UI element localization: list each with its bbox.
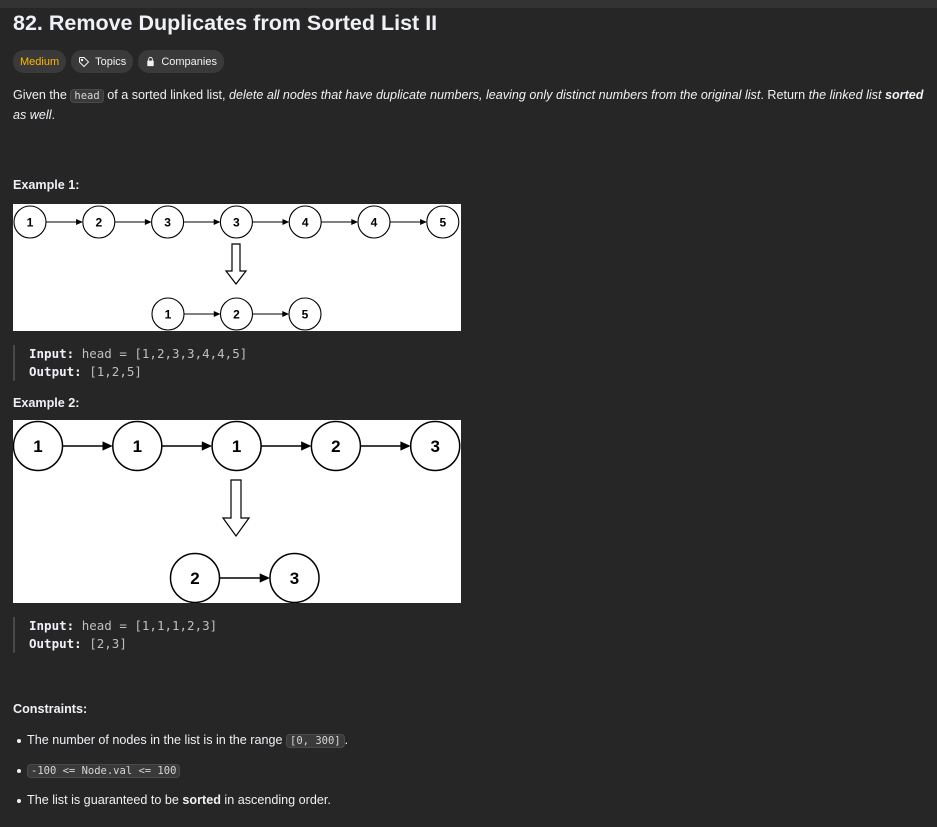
constraint-item: The list is guaranteed to be sorted in a… [13,791,925,810]
code-head: head [70,89,104,103]
node-value: 2 [331,437,340,456]
desc-italic: delete all nodes that have duplicate num… [229,88,761,102]
node-value: 1 [33,437,42,456]
arrow-head [282,218,290,226]
constraint-text: in ascending order. [220,793,331,807]
arrow-head [400,441,411,451]
tag-icon [79,56,90,67]
node-value: 1 [133,437,142,456]
desc-text: Given the [13,88,71,102]
output-value: [2,3] [89,636,127,651]
problem-description: 82. Remove Duplicates from Sorted List I… [13,8,925,821]
example-1-io: Input: head = [1,2,3,3,4,4,5] Output: [1… [13,345,925,381]
arrow-head [420,218,427,226]
node-value: 1 [165,307,172,321]
node-value: 1 [27,215,34,229]
example-2-diagram: 1 1 1 2 3 2 3 [13,420,461,603]
problem-statement: Given the head of a sorted linked list, … [13,86,925,125]
problem-title[interactable]: 82. Remove Duplicates from Sorted List I… [13,8,925,36]
example-2-title: Example 2: [13,396,80,410]
arrow-head [213,310,221,318]
constraint-item: -100 <= Node.val <= 100 [13,761,925,780]
desc-bold: sorted [884,88,924,102]
arrow-head [213,218,221,226]
example-1-title: Example 1: [13,178,80,192]
output-label: Output: [29,636,82,651]
example-2-io: Input: head = [1,1,1,2,3] Output: [2,3] [13,617,925,653]
arrow-head [282,310,289,318]
node-value: 3 [290,569,299,588]
arrow-head [144,218,152,226]
transform-arrow [224,243,248,285]
node-value: 3 [430,437,439,456]
constraint-item: The number of nodes in the list is in th… [13,731,925,750]
node-value: 2 [190,569,199,588]
top-strip [0,0,937,8]
input-value: head = [1,2,3,3,4,4,5] [81,346,248,361]
tag-row: Medium Topics Companies [13,50,925,73]
constraint-bold: sorted [182,793,221,807]
constraint-text: . [344,733,349,747]
node-value: 5 [302,307,309,321]
constraint-text: The list is guaranteed to be [27,793,183,807]
node-value: 4 [302,215,309,229]
output-label: Output: [29,364,82,379]
input-label: Input: [29,618,75,633]
constraints-title: Constraints: [13,702,88,716]
arrow-head [259,573,270,583]
arrow-head [76,218,83,226]
desc-text: of a sorted linked list, [103,88,230,102]
topics-label: Topics [95,55,127,68]
node-value: 2 [233,307,240,321]
node-value: 2 [95,215,102,229]
topics-tag[interactable]: Topics [71,50,134,73]
desc-italic: the linked list [808,88,885,102]
arrow-head [351,218,358,226]
node-value: 1 [232,437,241,456]
node-value: 4 [371,215,378,229]
constraint-code: [0, 300] [286,734,345,748]
constraint-text: The number of nodes in the list is in th… [27,733,287,747]
constraint-code: -100 <= Node.val <= 100 [27,764,181,778]
transform-arrow [221,479,251,538]
difficulty-badge: Medium [13,50,67,73]
companies-tag[interactable]: Companies [138,50,224,73]
node-value: 3 [164,215,171,229]
arrow-head [201,441,213,451]
desc-text: . Return [760,88,809,102]
node-value: 5 [439,215,446,229]
arrow-head [301,441,312,451]
input-label: Input: [29,346,75,361]
output-value: [1,2,5] [89,364,142,379]
companies-label: Companies [161,55,217,68]
input-value: head = [1,1,1,2,3] [81,618,218,633]
desc-italic: as well [13,108,52,122]
node-value: 3 [233,215,240,229]
example-1-diagram: 1 2 3 3 4 4 5 1 2 5 [13,204,461,331]
constraints-list: The number of nodes in the list is in th… [13,731,925,810]
desc-text: . [51,108,56,122]
lock-icon [147,56,155,67]
arrow-head [102,441,113,451]
